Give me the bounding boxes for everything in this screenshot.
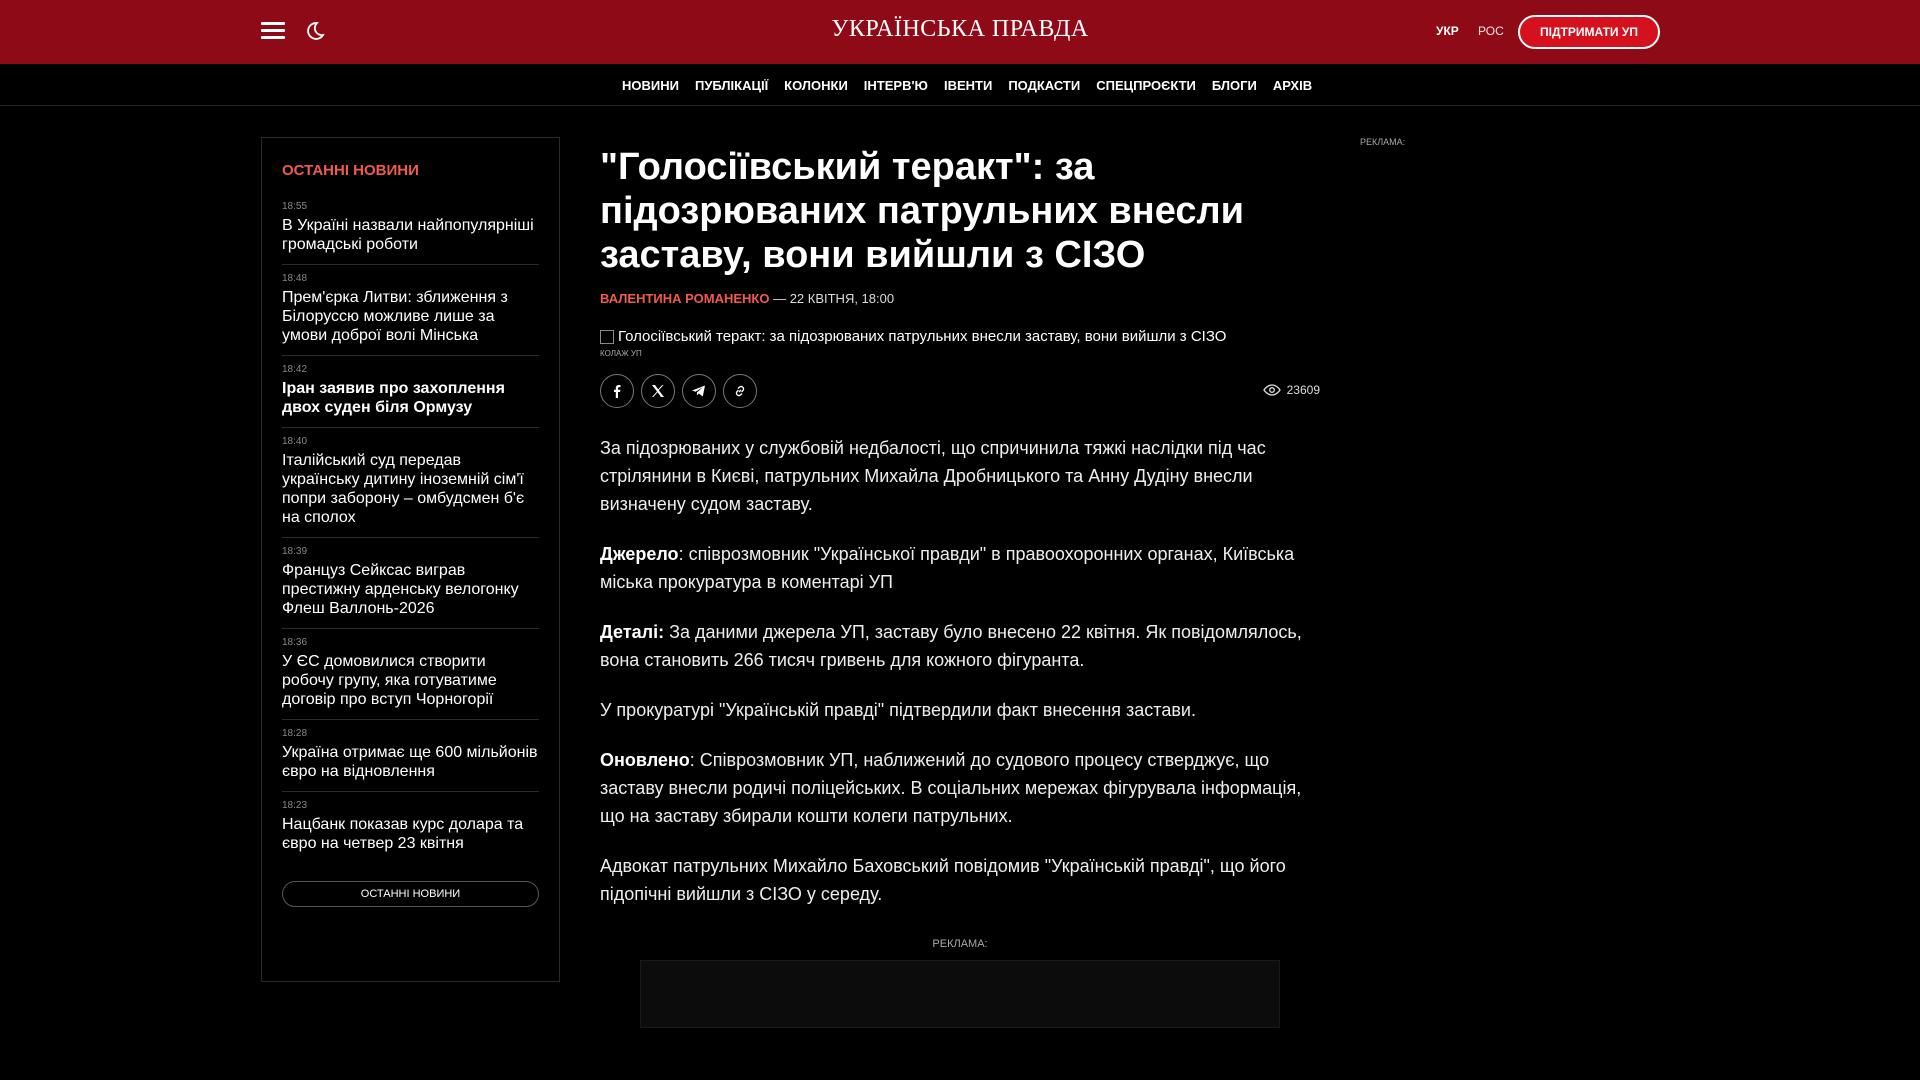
- news-time: 18:39: [282, 546, 308, 557]
- paragraph-label: Оновлено: [600, 750, 690, 770]
- nav-item-specprojects[interactable]: СПЕЦПРОЄКТИ: [1096, 78, 1196, 93]
- lang-ros-link[interactable]: РОС: [1478, 24, 1504, 38]
- share-bar: 23609: [600, 374, 1320, 408]
- list-item[interactable]: 18:23 Нацбанк показав курс долара та євр…: [282, 792, 539, 863]
- list-item[interactable]: 18:39 Француз Сейксас виграв престижну а…: [282, 538, 539, 629]
- broken-image-icon: [600, 329, 614, 344]
- list-item[interactable]: 18:42 Іран заявив про захоплення двох су…: [282, 356, 539, 428]
- paragraph-text: За даними джерела УП, заставу було внесе…: [600, 622, 1302, 670]
- news-time: 18:40: [282, 436, 308, 447]
- article-image: Голосіївський теракт: за підозрюваних па…: [600, 328, 1320, 345]
- latest-news-sidebar: ОСТАННІ НОВИНИ 18:55 В Україні назвали н…: [261, 137, 560, 982]
- eye-icon: [1262, 384, 1281, 396]
- paragraph-text: : співрозмовник "Української правди" в п…: [600, 544, 1295, 592]
- paragraph-text: : Співрозмовник УП, наближений до судово…: [600, 750, 1302, 826]
- news-time: 18:23: [282, 800, 308, 811]
- news-headline[interactable]: У ЄС домовилися створити робочу групу, я…: [282, 652, 539, 709]
- article-headline: "Голосіївський теракт": за підозрюваних …: [600, 146, 1245, 276]
- list-item[interactable]: 18:36 У ЄС домовилися створити робочу гр…: [282, 629, 539, 720]
- nav-item-columns[interactable]: КОЛОНКИ: [784, 78, 848, 93]
- paragraph: Оновлено: Співрозмовник УП, наближений д…: [600, 746, 1320, 830]
- article-meta: ВАЛЕНТИНА РОМАНЕНКО — 22 КВІТНЯ, 18:00: [600, 291, 1320, 306]
- moon-icon[interactable]: [302, 19, 326, 43]
- paragraph: У прокуратурі "Українській правді" підтв…: [600, 700, 1196, 720]
- nav-item-blogs[interactable]: БЛОГИ: [1212, 78, 1257, 93]
- list-item[interactable]: 18:28 Україна отримає ще 600 мільйонів є…: [282, 720, 539, 792]
- paragraph: Деталі: За даними джерела УП, заставу бу…: [600, 618, 1320, 674]
- news-time: 18:42: [282, 364, 308, 375]
- more-news-button[interactable]: ОСТАННІ НОВИНИ: [282, 881, 539, 907]
- logo-text[interactable]: УКРАЇНСЬКА ПРАВДА: [831, 16, 1088, 42]
- news-headline[interactable]: В Україні назвали найпопулярніші громадс…: [282, 216, 539, 254]
- x-icon[interactable]: [641, 374, 675, 408]
- paragraph-label: Джерело: [600, 544, 679, 564]
- news-headline[interactable]: Француз Сейксас виграв престижну арденсь…: [282, 561, 539, 618]
- list-item[interactable]: 18:55 В Україні назвали найпопулярніші г…: [282, 193, 539, 265]
- ad-banner[interactable]: [640, 960, 1280, 1028]
- news-headline[interactable]: Прем'єрка Литви: зближення з Білоруссю м…: [282, 288, 539, 345]
- views-count: 23609: [1286, 383, 1320, 397]
- image-alt-text: Голосіївський теракт: за підозрюваних па…: [618, 328, 1227, 345]
- news-headline[interactable]: Нацбанк показав курс долара та євро на ч…: [282, 815, 539, 853]
- author-link[interactable]: ВАЛЕНТИНА РОМАНЕНКО: [600, 291, 769, 306]
- paragraph-label: Деталі:: [600, 622, 665, 642]
- image-credit: КОЛАЖ УП: [600, 349, 642, 358]
- sidebar-title[interactable]: ОСТАННІ НОВИНИ: [282, 162, 539, 179]
- paragraph: Джерело: співрозмовник "Української прав…: [600, 540, 1320, 596]
- news-headline[interactable]: Україна отримає ще 600 мільйонів євро на…: [282, 743, 539, 781]
- menu-icon[interactable]: [261, 22, 285, 40]
- telegram-icon[interactable]: [682, 374, 716, 408]
- news-headline[interactable]: Іран заявив про захоплення двох суден бі…: [282, 379, 539, 417]
- paragraph: Адвокат патрульних Михайло Баховський по…: [600, 856, 1286, 904]
- support-button[interactable]: ПІДТРИМАТИ УП: [1518, 15, 1660, 49]
- facebook-icon[interactable]: [600, 374, 634, 408]
- news-time: 18:55: [282, 201, 308, 212]
- top-bar: УКРАЇНСЬКА ПРАВДА УКР РОС ПІДТРИМАТИ УП: [0, 0, 1920, 64]
- news-time: 18:36: [282, 637, 308, 648]
- article-body: За підозрюваних у службовій недбалості, …: [600, 434, 1320, 908]
- news-headline[interactable]: Італійський суд передав українську дитин…: [282, 451, 539, 527]
- link-icon[interactable]: [723, 374, 757, 408]
- nav-item-news[interactable]: НОВИНИ: [622, 78, 679, 93]
- paragraph: За підозрюваних у службовій недбалості, …: [600, 438, 1266, 514]
- lang-ukr-link[interactable]: УКР: [1436, 24, 1459, 38]
- nav-item-events[interactable]: ІВЕНТИ: [944, 78, 992, 93]
- news-time: 18:28: [282, 728, 308, 739]
- list-item[interactable]: 18:40 Італійський суд передав українську…: [282, 428, 539, 538]
- nav-item-podcasts[interactable]: ПОДКАСТИ: [1008, 78, 1080, 93]
- views-counter: 23609: [1262, 383, 1320, 397]
- nav-item-publications[interactable]: ПУБЛІКАЦІЇ: [695, 78, 768, 93]
- ad-label: РЕКЛАМА:: [932, 938, 988, 950]
- nav-item-interviews[interactable]: ІНТЕРВ'Ю: [864, 78, 928, 93]
- list-item[interactable]: 18:48 Прем'єрка Литви: зближення з Білор…: [282, 265, 539, 356]
- main-nav: НОВИНИ ПУБЛІКАЦІЇ КОЛОНКИ ІНТЕРВ'Ю ІВЕНТ…: [0, 64, 1920, 106]
- right-ad-label: РЕКЛАМА:: [1360, 137, 1406, 147]
- nav-item-archive[interactable]: АРХІВ: [1273, 78, 1312, 93]
- news-time: 18:48: [282, 273, 308, 284]
- article: "Голосіївський теракт": за підозрюваних …: [600, 145, 1320, 1028]
- article-date: — 22 КВІТНЯ, 18:00: [769, 291, 895, 306]
